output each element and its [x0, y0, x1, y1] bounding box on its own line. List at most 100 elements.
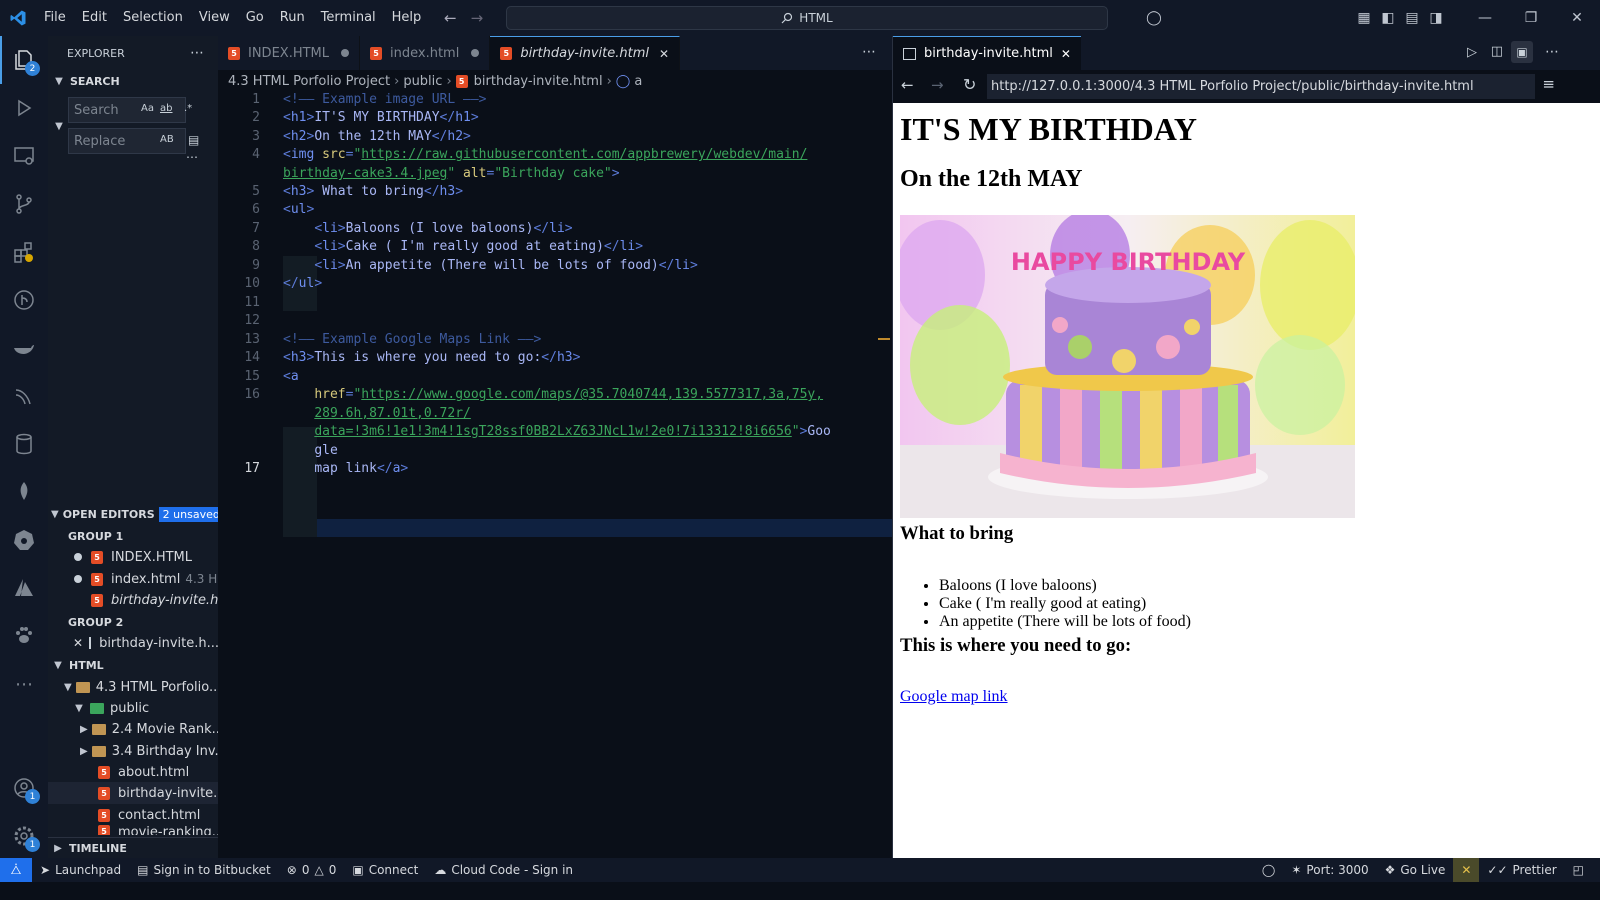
notifications-bell-icon[interactable]: ◰	[1565, 858, 1592, 882]
breadcrumb-file[interactable]: birthday-invite.html	[474, 74, 603, 89]
back-arrow-icon[interactable]: ←	[901, 76, 914, 94]
match-case-button[interactable]: Aa	[141, 103, 154, 114]
database-icon[interactable]	[0, 420, 48, 468]
html-section-header[interactable]: ▼ HTML	[48, 654, 218, 676]
open-editor-index-upper[interactable]: 5 INDEX.HTML	[48, 546, 218, 568]
close-icon[interactable]: ✕	[73, 636, 83, 650]
open-editor-preview[interactable]: ✕ birthday-invite.h...	[48, 632, 218, 654]
forward-arrow-icon[interactable]: →	[931, 76, 944, 94]
minimize-icon[interactable]: —	[1462, 0, 1508, 36]
tab-preview[interactable]: birthday-invite.html ✕	[893, 36, 1081, 70]
menu-help[interactable]: Help	[384, 0, 430, 36]
run-icon[interactable]: ▷	[1467, 45, 1477, 60]
tree-contact-file[interactable]: 5 contact.html	[48, 804, 218, 826]
connect-button[interactable]: ▣ Connect	[344, 858, 426, 882]
preserve-case-button[interactable]: AB	[160, 134, 174, 145]
explorer-more-icon[interactable]: ⋯	[190, 45, 204, 61]
port-button[interactable]: ✶ Port: 3000	[1283, 858, 1376, 882]
back-arrow-icon[interactable]: ←	[444, 9, 457, 27]
settings-gear-icon[interactable]: 1	[0, 812, 48, 860]
split-editor-icon[interactable]: ◫	[1491, 44, 1503, 59]
close-window-icon[interactable]: ✕	[1554, 0, 1600, 36]
docker-icon[interactable]	[0, 324, 48, 372]
preview-more-icon[interactable]: ⋯	[1545, 44, 1559, 60]
remote-indicator-icon[interactable]: ⧊	[0, 858, 32, 882]
search-section-header[interactable]: ▼ SEARCH	[48, 70, 218, 92]
tab-birthday-invite[interactable]: 5 birthday-invite.html ✕	[490, 36, 681, 70]
notifications-disabled-button[interactable]: ✕	[1453, 858, 1480, 882]
menu-selection[interactable]: Selection	[115, 0, 191, 36]
tree-about-file[interactable]: 5 about.html	[48, 761, 218, 783]
menu-icon[interactable]: ≡	[1542, 75, 1555, 93]
cloud-code-button[interactable]: ☁ Cloud Code - Sign in	[426, 858, 581, 882]
remote-explorer-icon[interactable]	[0, 132, 48, 180]
editor-more-icon[interactable]: ⋯	[862, 44, 876, 60]
command-center[interactable]: HTML	[506, 6, 1108, 30]
copilot-status-button[interactable]: ◯	[1254, 858, 1283, 882]
menu-terminal[interactable]: Terminal	[313, 0, 384, 36]
unsaved-dot-icon[interactable]	[74, 575, 82, 583]
copilot-icon[interactable]: ◯	[1136, 0, 1172, 36]
breadcrumb-symbol[interactable]: a	[634, 74, 642, 89]
url-field[interactable]: http://127.0.0.1:3000/4.3 HTML Porfolio …	[987, 74, 1535, 99]
toggle-primary-sidebar-icon[interactable]: ◧	[1376, 0, 1400, 36]
unsaved-dot-icon[interactable]	[341, 49, 349, 57]
unsaved-dot-icon[interactable]	[74, 553, 82, 561]
tree-public-folder[interactable]: ▼ public	[48, 697, 218, 719]
open-editor-birthday[interactable]: 5 birthday-invite.h...	[48, 589, 218, 611]
google-map-link[interactable]: Google map link	[900, 688, 1008, 706]
run-debug-icon[interactable]	[0, 84, 48, 132]
toggle-panel-icon[interactable]: ▤	[1400, 0, 1424, 36]
reload-icon[interactable]: ↻	[963, 75, 976, 94]
tab-index-upper[interactable]: 5 INDEX.HTML	[218, 36, 360, 70]
open-editor-index-lower[interactable]: 5 index.html 4.3 H...	[48, 568, 218, 590]
accounts-icon[interactable]: 1	[0, 764, 48, 812]
menu-edit[interactable]: Edit	[74, 0, 115, 36]
tree-birthday-file[interactable]: 5 birthday-invite....	[48, 782, 218, 804]
menu-run[interactable]: Run	[272, 0, 313, 36]
restore-icon[interactable]: ❐	[1508, 0, 1554, 36]
go-live-button[interactable]: ❖ Go Live	[1377, 858, 1454, 882]
search-more-icon[interactable]: ⋯	[186, 150, 198, 164]
explorer-icon[interactable]: 2	[0, 36, 48, 84]
cloud-code-icon[interactable]	[0, 372, 48, 420]
problems-button[interactable]: ⊗ 0 △ 0	[279, 858, 345, 882]
unsaved-dot-icon[interactable]	[471, 49, 480, 57]
prettier-button[interactable]: ✓✓ Prettier	[1479, 858, 1564, 882]
bitbucket-signin-button[interactable]: ▤ Sign in to Bitbucket	[129, 858, 279, 882]
lock-icon[interactable]: ▣	[1511, 41, 1533, 63]
timeline-header[interactable]: ▶ TIMELINE	[48, 837, 218, 859]
match-word-button[interactable]: ab	[160, 103, 172, 114]
menu-go[interactable]: Go	[238, 0, 272, 36]
tree-project-folder[interactable]: ▼ 4.3 HTML Porfolio...	[48, 676, 218, 698]
gitlens-icon[interactable]	[0, 276, 48, 324]
bottom-strip	[0, 882, 1600, 900]
paw-icon[interactable]	[0, 612, 48, 660]
launchpad-button[interactable]: ➤ Launchpad	[32, 858, 129, 882]
menu-view[interactable]: View	[191, 0, 238, 36]
forward-arrow-icon[interactable]: →	[471, 9, 484, 27]
azure-icon[interactable]	[0, 564, 48, 612]
code-line: href="https://www.google.com/maps/@35.70…	[314, 387, 824, 402]
breadcrumb-project[interactable]: 4.3 HTML Porfolio Project	[228, 74, 390, 89]
toggle-secondary-sidebar-icon[interactable]: ◨	[1424, 0, 1448, 36]
regex-button[interactable]: .*	[184, 103, 192, 114]
tab-index-lower[interactable]: 5 index.html	[360, 36, 491, 70]
more-icon[interactable]: ⋯	[0, 660, 48, 708]
replace-all-icon[interactable]: ▤	[188, 133, 199, 147]
extensions-icon[interactable]	[0, 228, 48, 276]
menu-file[interactable]: File	[36, 0, 74, 36]
mongodb-leaf-icon[interactable]	[0, 468, 48, 516]
source-control-icon[interactable]	[0, 180, 48, 228]
tree-movie-file[interactable]: 5 movie-ranking...	[48, 825, 218, 835]
breadcrumb-folder[interactable]: public	[403, 74, 442, 89]
close-tab-icon[interactable]: ✕	[1061, 47, 1071, 61]
list-item: Baloons (I love baloons)	[939, 577, 1191, 595]
tree-movie-folder[interactable]: ▶ 2.4 Movie Rank...	[48, 718, 218, 740]
open-editors-header[interactable]: ▼ OPEN EDITORS 2 unsaved	[48, 503, 218, 525]
tree-birthday-folder[interactable]: ▶ 3.4 Birthday Inv...	[48, 740, 218, 762]
toggle-replace-icon[interactable]: ▼	[52, 119, 66, 133]
layout-customize-icon[interactable]: ▦	[1352, 0, 1376, 36]
close-tab-icon[interactable]: ✕	[659, 47, 669, 61]
kubernetes-icon[interactable]	[0, 516, 48, 564]
